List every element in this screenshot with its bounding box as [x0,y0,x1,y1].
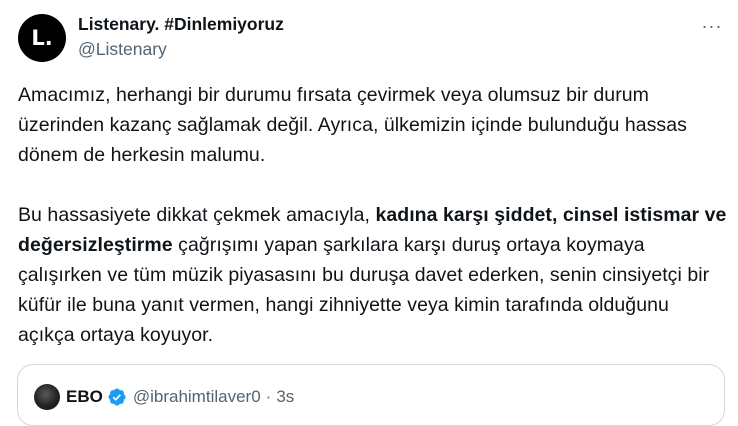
tweet-paragraph-1: Amacımız, herhangi bir durumu fırsata çe… [18,84,693,166]
quoted-timestamp[interactable]: 3s [276,387,294,407]
quoted-display-name[interactable]: EBO [66,387,103,407]
author-display-name[interactable]: Listenary. #Dinlemiyoruz [78,13,284,35]
author-handle[interactable]: @Listenary [78,38,284,60]
separator-dot: · [265,387,272,406]
verified-badge-icon [108,388,126,406]
tweet-header: L. Listenary. #Dinlemiyoruz @Listenary ·… [18,12,724,64]
author-names: Listenary. #Dinlemiyoruz @Listenary [78,12,284,60]
quoted-handle[interactable]: @ibrahimtilaver0 [133,387,261,407]
quoted-avatar[interactable] [34,384,60,410]
tweet-text: Amacımız, herhangi bir durumu fırsata çe… [18,80,730,350]
author-avatar[interactable]: L. [18,14,66,62]
tweet-paragraph-2-start: Bu hassasiyete dikkat çekmek amacıyla, [18,204,376,226]
more-icon[interactable]: ··· [700,14,724,38]
quoted-tweet[interactable]: EBO @ibrahimtilaver0 · 3s [17,364,725,426]
